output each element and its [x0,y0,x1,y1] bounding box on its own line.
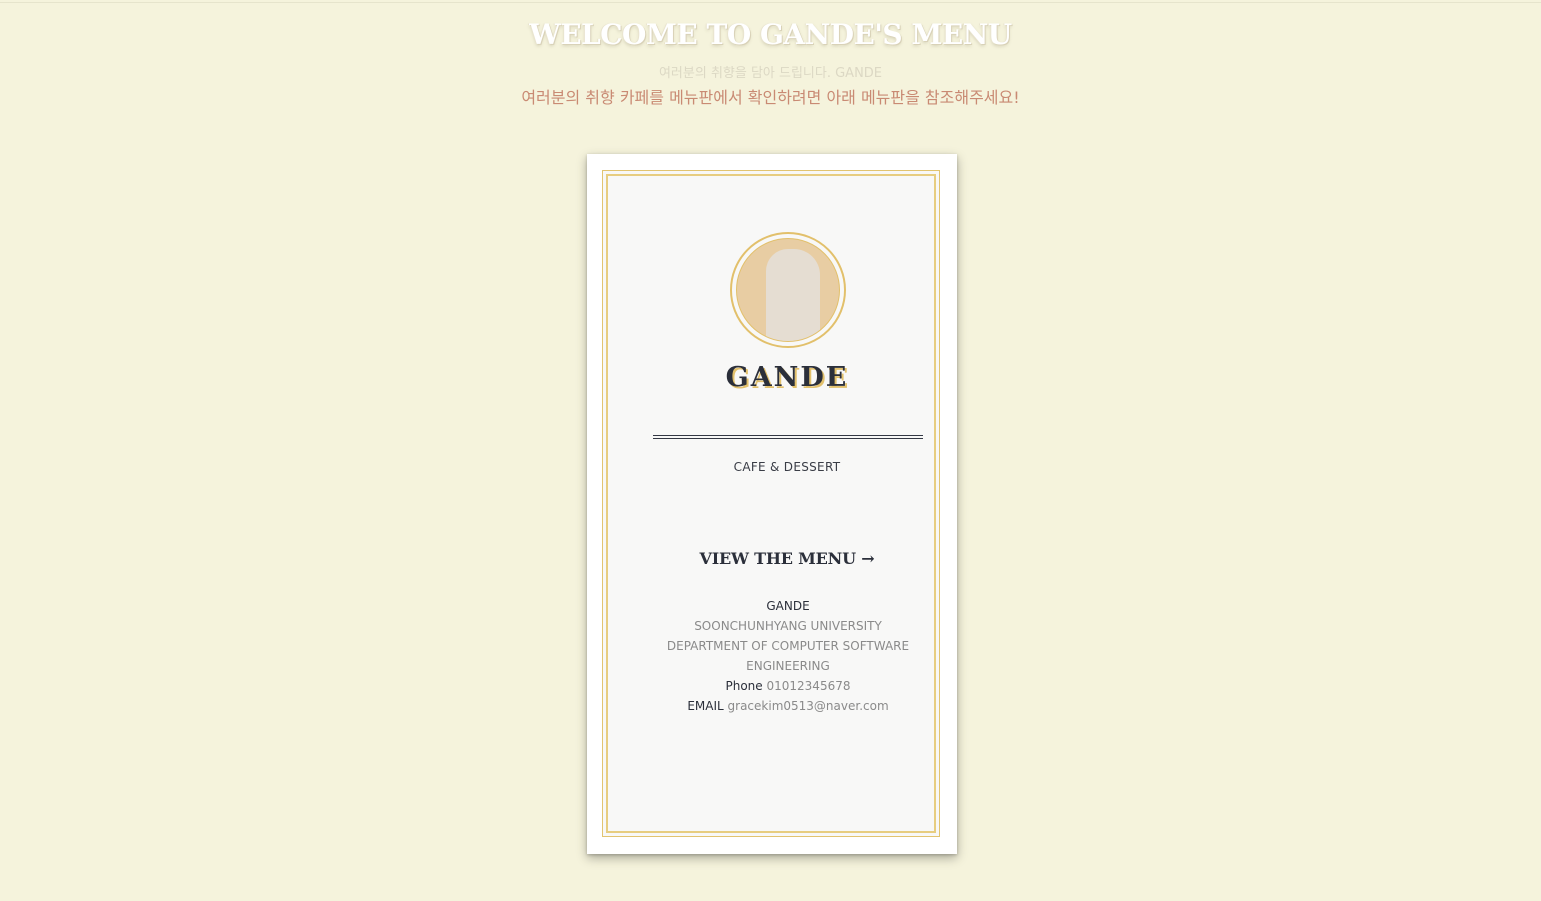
info-email-row: EMAIL gracekim0513@naver.com [643,696,933,716]
phone-label: Phone [725,679,763,693]
brand-name: GANDE [725,362,849,393]
top-divider [0,2,1541,3]
info-university: SOONCHUNHYANG UNIVERSITY [694,619,882,633]
info-name: GANDE [766,599,810,613]
card-frame: GANDE CAFE & DESSERT VIEW THE MENU → GAN… [602,170,940,837]
info-department-line2: ENGINEERING [746,659,830,673]
coffee-cup-logo-icon [736,238,840,342]
email-value: gracekim0513@naver.com [727,699,889,713]
info-department-line1: DEPARTMENT OF COMPUTER SOFTWARE [666,639,910,653]
cup-shape [766,249,820,341]
email-label: EMAIL [687,699,724,713]
arrow-right-icon: → [861,549,875,568]
faint-subtitle: 여러분의 취향을 담아 드립니다. GANDE [658,66,883,81]
tagline: CAFE & DESSERT [733,460,841,474]
page-title: WELCOME TO GANDE'S MENU [529,18,1012,51]
menu-prompt-text: 여러분의 취향 카페를 메뉴판에서 확인하려면 아래 메뉴판을 참조해주세요! [521,88,1020,107]
logo [730,232,846,348]
contact-info: GANDE SOONCHUNHYANG UNIVERSITY DEPARTMEN… [643,596,933,716]
view-menu-label: VIEW THE MENU [699,549,857,568]
page-header: WELCOME TO GANDE'S MENU 여러분의 취향을 담아 드립니다… [0,16,1541,108]
info-phone-row: Phone 01012345678 [643,676,933,696]
phone-value: 01012345678 [766,679,851,693]
double-divider [653,435,923,439]
menu-card: GANDE CAFE & DESSERT VIEW THE MENU → GAN… [587,154,957,854]
view-menu-link[interactable]: VIEW THE MENU → [603,549,971,568]
